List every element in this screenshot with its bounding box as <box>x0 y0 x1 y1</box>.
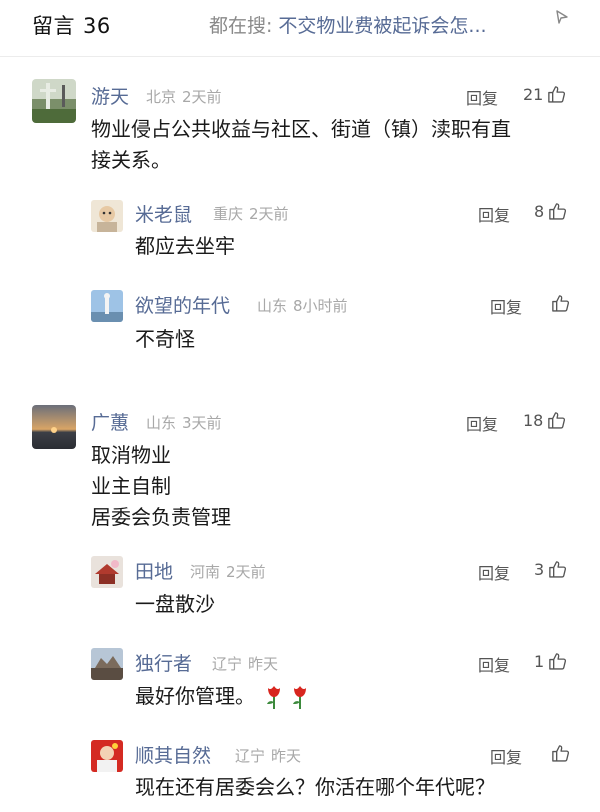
like-button[interactable]: 21 <box>523 84 567 105</box>
comment-time: 3天前 <box>182 414 222 432</box>
commenter-name[interactable]: 顺其自然 <box>135 741 211 768</box>
thumbs-up-icon <box>549 653 567 670</box>
avatar[interactable] <box>91 740 123 772</box>
commenter-name[interactable]: 田地 <box>135 557 173 584</box>
comment-location: 北京 <box>146 88 177 106</box>
reply-content: 不奇怪 <box>135 327 195 351</box>
comment-line: 接关系。 <box>91 148 171 172</box>
comments-header: 留言 36 都在搜: 不交物业费被起诉会怎... <box>0 0 600 54</box>
like-button[interactable] <box>547 293 571 314</box>
reply-button[interactable]: 回复 <box>490 744 522 768</box>
like-button[interactable] <box>547 743 571 764</box>
like-button[interactable]: 18 <box>523 410 567 431</box>
comment-count: 36 <box>83 14 111 38</box>
like-count: 8 <box>534 202 545 221</box>
commenter-name[interactable]: 米老鼠 <box>135 200 192 227</box>
commenter-name[interactable]: 欲望的年代 <box>135 291 230 318</box>
reply-button[interactable]: 回复 <box>478 202 510 226</box>
reply-content: 最好你管理。 <box>135 684 255 708</box>
thumbs-up-icon <box>552 295 570 312</box>
like-button[interactable]: 8 <box>534 201 568 222</box>
avatar[interactable] <box>91 556 123 588</box>
reply-button[interactable]: 回复 <box>466 85 498 109</box>
search-query-link[interactable]: 不交物业费被起诉会怎... <box>278 15 486 37</box>
comment-location: 辽宁 <box>212 655 243 673</box>
reply-button[interactable]: 回复 <box>478 652 510 676</box>
comment-meta: 山东 8小时前 <box>257 295 348 316</box>
comment-time: 昨天 <box>271 747 302 765</box>
avatar[interactable] <box>32 405 76 449</box>
rose-emoji-icon <box>267 685 280 709</box>
thumbs-up-icon <box>552 745 570 762</box>
search-suggestion[interactable]: 都在搜: 不交物业费被起诉会怎... <box>209 11 487 38</box>
reply-content: 现在还有居委会么？你活在哪个年代呢？ <box>135 775 495 799</box>
comment-line: 取消物业 <box>91 443 171 467</box>
header-divider <box>0 56 600 57</box>
comment-location: 辽宁 <box>235 747 266 765</box>
like-count: 21 <box>523 85 544 104</box>
comment-time: 昨天 <box>248 655 279 673</box>
reply-button[interactable]: 回复 <box>478 560 510 584</box>
like-count: 1 <box>534 652 545 671</box>
thumbs-up-icon <box>548 412 566 429</box>
comment-location: 山东 <box>257 297 288 315</box>
avatar[interactable] <box>32 79 76 123</box>
comment-meta: 重庆 2天前 <box>213 203 289 224</box>
like-count: 3 <box>534 560 545 579</box>
reply-content-wrapper: 最好你管理。 <box>135 681 311 712</box>
comment-location: 河南 <box>190 563 221 581</box>
commenter-name[interactable]: 广蕙 <box>91 408 129 435</box>
avatar[interactable] <box>91 290 123 322</box>
comment-time: 2天前 <box>226 563 266 581</box>
thumbs-up-icon <box>548 86 566 103</box>
comment-meta: 北京 2天前 <box>146 86 222 107</box>
arrow-icon[interactable] <box>553 8 571 26</box>
like-count: 18 <box>523 411 544 430</box>
like-button[interactable]: 3 <box>534 559 568 580</box>
comment-meta: 辽宁 昨天 <box>235 745 301 766</box>
comment-line: 物业侵占公共收益与社区、街道（镇）渎职有直 <box>91 117 511 141</box>
avatar[interactable] <box>91 648 123 680</box>
page-title: 留言 36 <box>32 10 111 40</box>
comment-time: 2天前 <box>249 205 289 223</box>
thumbs-up-icon <box>549 561 567 578</box>
comment-line: 业主自制 <box>91 474 171 498</box>
thumbs-up-icon <box>549 203 567 220</box>
comment-line: 居委会负责管理 <box>91 505 231 529</box>
reply-content: 都应去坐牢 <box>135 234 235 258</box>
comment-location: 重庆 <box>213 205 244 223</box>
title-label: 留言 <box>32 14 75 38</box>
avatar[interactable] <box>91 200 123 232</box>
reply-button[interactable]: 回复 <box>466 411 498 435</box>
rose-emoji-icon <box>293 685 306 709</box>
comment-content: 取消物业 业主自制 居委会负责管理 <box>91 440 231 533</box>
reply-button[interactable]: 回复 <box>490 294 522 318</box>
like-button[interactable]: 1 <box>534 651 568 672</box>
comment-location: 山东 <box>146 414 177 432</box>
search-prefix: 都在搜: <box>209 15 273 37</box>
comment-meta: 山东 3天前 <box>146 412 222 433</box>
comment-content: 物业侵占公共收益与社区、街道（镇）渎职有直 接关系。 <box>91 114 511 176</box>
commenter-name[interactable]: 游天 <box>91 82 129 109</box>
reply-content: 一盘散沙 <box>135 592 215 616</box>
comment-time: 8小时前 <box>293 297 348 315</box>
comment-meta: 河南 2天前 <box>190 561 266 582</box>
comment-meta: 辽宁 昨天 <box>212 653 278 674</box>
comment-time: 2天前 <box>182 88 222 106</box>
commenter-name[interactable]: 独行者 <box>135 649 192 676</box>
